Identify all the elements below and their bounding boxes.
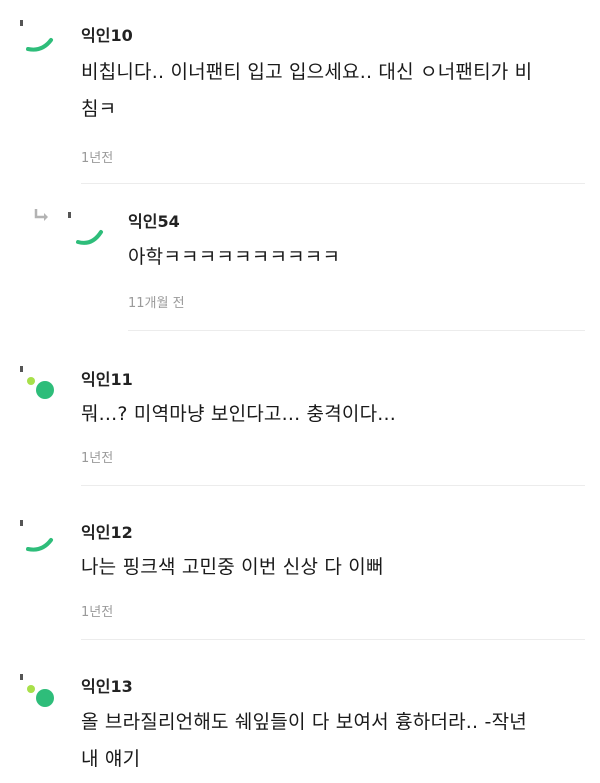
- comment-item: 익인12 나는 핑크색 고민중 이번 신상 다 이뻐 1년전: [0, 486, 600, 640]
- dots-avatar-icon: [20, 674, 54, 707]
- comment-body-line: 아학ㅋㅋㅋㅋㅋㅋㅋㅋㅋㅋ: [128, 246, 341, 268]
- comment-time: 11개월 전: [128, 296, 185, 311]
- comment-body-line: 비칩니다.. 이너팬티 입고 입으세요.. 대신 ㅇ너팬티가 비: [81, 61, 533, 83]
- comment-author[interactable]: 익인54: [128, 208, 180, 232]
- comment-item-reply: 익인54 아학ㅋㅋㅋㅋㅋㅋㅋㅋㅋㅋ 11개월 전: [0, 184, 600, 332]
- dots-avatar-icon: [20, 366, 54, 399]
- divider: [128, 330, 585, 331]
- comment-author[interactable]: 익인10: [81, 22, 133, 46]
- comment-item: 익인13 올 브라질리언해도 쉐잎들이 다 보여서 흉하더라.. -작년 내 얘…: [0, 640, 600, 783]
- comment-item: 익인11 뭐...? 미역마냥 보인다고... 충격이다... 1년전: [0, 332, 600, 486]
- comment-author[interactable]: 익인13: [81, 673, 133, 697]
- comment-body-line: 내 얘기: [81, 748, 141, 770]
- comment-body-line: 올 브라질리언해도 쉐잎들이 다 보여서 흉하더라.. -작년: [81, 711, 527, 733]
- comment-author[interactable]: 익인11: [81, 366, 133, 390]
- arc-avatar-icon: [20, 20, 53, 52]
- arc-avatar-icon: [68, 212, 103, 245]
- reply-arrow-icon: [34, 209, 48, 221]
- comment-body-line: 침ㅋ: [81, 98, 117, 120]
- comment-time: 1년전: [81, 151, 114, 166]
- comment-time: 1년전: [81, 605, 114, 620]
- comment-author[interactable]: 익인12: [81, 519, 133, 543]
- comment-body-line: 나는 핑크색 고민중 이번 신상 다 이뻐: [81, 556, 384, 578]
- comment-time: 1년전: [81, 451, 114, 466]
- comment-item: 익인10 비칩니다.. 이너팬티 입고 입으세요.. 대신 ㅇ너팬티가 비 침ㅋ…: [0, 0, 600, 184]
- arc-avatar-icon: [20, 520, 53, 552]
- comment-body-line: 뭐...? 미역마냥 보인다고... 충격이다...: [81, 403, 396, 425]
